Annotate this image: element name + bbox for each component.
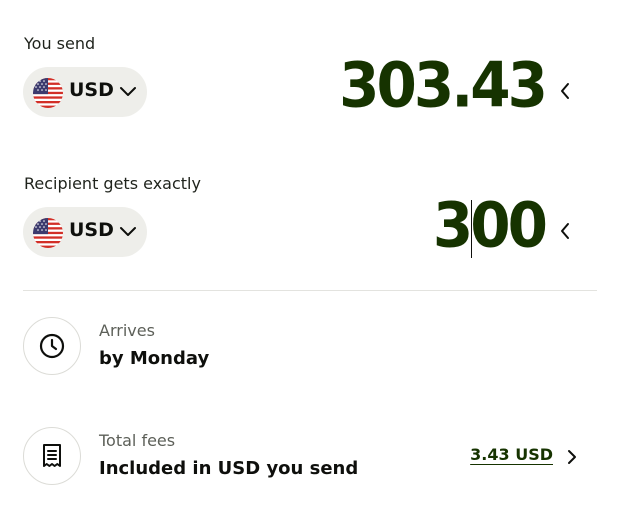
send-currency-selector[interactable]: USD [23, 67, 147, 117]
total-fees-value: Included in USD you send [99, 458, 359, 479]
receive-currency-code: USD [69, 219, 114, 241]
receipt-icon [43, 444, 61, 467]
send-currency-code: USD [69, 79, 114, 101]
receive-currency-selector[interactable]: USD [23, 207, 147, 257]
text-caret [471, 200, 472, 258]
you-send-label: You send [24, 34, 96, 53]
section-divider [23, 290, 597, 291]
fee-amount-link[interactable]: 3.43 USD [470, 445, 553, 464]
clock-icon [39, 333, 65, 359]
clock-icon-container [23, 317, 81, 375]
send-amount-input[interactable]: 303.43 [339, 53, 548, 116]
receive-amount-input[interactable]: 300 [433, 193, 548, 256]
receipt-icon-container [23, 427, 81, 485]
us-flag-icon [33, 78, 63, 108]
transfer-calculator: You send USD 303.43 Recipient gets exact… [0, 0, 617, 511]
chevron-down-icon [120, 87, 136, 96]
recipient-gets-label: Recipient gets exactly [24, 174, 201, 193]
arrives-label: Arrives [99, 321, 155, 340]
chevron-down-icon [120, 227, 136, 236]
chevron-left-icon[interactable] [558, 81, 572, 101]
arrives-value: by Monday [99, 348, 210, 369]
chevron-right-icon[interactable] [566, 448, 578, 466]
total-fees-label: Total fees [99, 431, 176, 450]
us-flag-icon [33, 218, 63, 248]
chevron-left-icon[interactable] [558, 221, 572, 241]
